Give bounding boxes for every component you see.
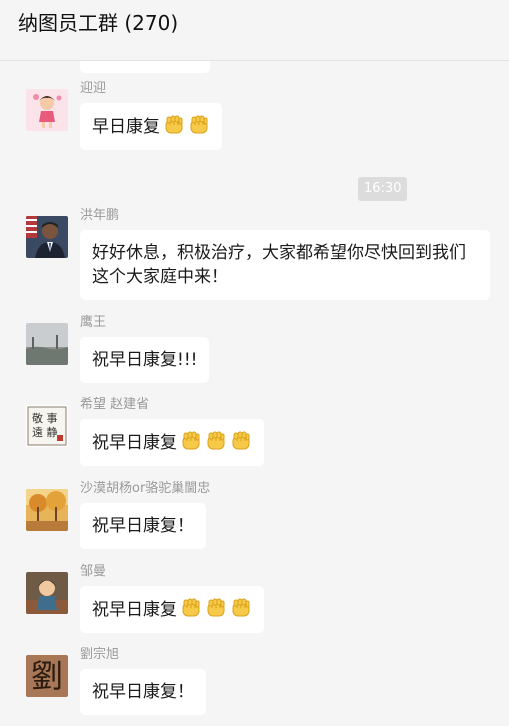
fist-emoji-icon [205,430,227,452]
message-bubble[interactable]: 好好休息，积极治疗，大家都希望你尽快回到我们这个大家庭中来！ [80,230,490,300]
message-bubble[interactable]: 祝早日康复!!! [80,337,210,383]
message-bubble[interactable]: 祝早日康复 [80,419,264,466]
message-text: 祝早日康复!!! [92,350,198,370]
avatar-seal-text: 敬 事 遠 静 [32,412,58,439]
message-bubble[interactable]: 祝早日康复！ [80,669,206,715]
message-bubble[interactable]: 早日康复 [80,103,222,150]
previous-message-bubble [80,61,210,73]
avatar-zouman[interactable] [26,572,68,614]
sender-name: 劉宗旭 [80,647,120,662]
sender-name: 鹰王 [80,315,107,330]
message-bubble[interactable]: 祝早日康复！ [80,503,206,549]
group-title[interactable]: 纳图员工群 (270) [18,10,178,36]
fist-emoji-icon [205,597,227,619]
message-text: 祝早日康复！ [92,682,194,702]
avatar-yingying[interactable] [26,89,68,131]
fist-emoji-icon [180,597,202,619]
avatar-desert-poplar[interactable] [26,489,68,531]
avatar-glyph: 劉 [30,657,63,695]
avatar-liuzongxu[interactable]: 劉 [26,655,68,697]
message-text: 早日康复 [92,117,160,137]
avatar-zhaojiansheng[interactable]: 敬 事 遠 静 [26,405,68,447]
avatar-hongnianpeng[interactable] [26,216,68,258]
message-list[interactable]: 迎迎 早日康复 16:30 洪年鹏 好好休息，积极治疗，大家都希望你尽快回到我们… [0,61,509,726]
fist-emoji-icon [163,114,185,136]
fist-emoji-icon [230,597,252,619]
fist-emoji-icon [230,430,252,452]
message-text: 祝早日康复 [92,433,177,453]
fist-emoji-icon [180,430,202,452]
sender-name: 希望 赵建省 [80,397,150,412]
chat-header: 纳图员工群 (270) [0,0,509,61]
message-text: 祝早日康复 [92,600,177,620]
sender-name: 迎迎 [80,81,107,96]
timestamp-pill: 16:30 [358,177,408,201]
fist-emoji-icon [188,114,210,136]
sender-name: 沙漠胡杨or骆驼巢閫忠 [80,481,211,496]
sender-name: 洪年鹏 [80,208,120,223]
avatar-yingwang[interactable] [26,323,68,365]
sender-name: 邹曼 [80,564,107,579]
message-text: 好好休息，积极治疗，大家都希望你尽快回到我们这个大家庭中来！ [92,243,466,287]
message-bubble[interactable]: 祝早日康复 [80,586,264,633]
message-text: 祝早日康复！ [92,516,194,536]
